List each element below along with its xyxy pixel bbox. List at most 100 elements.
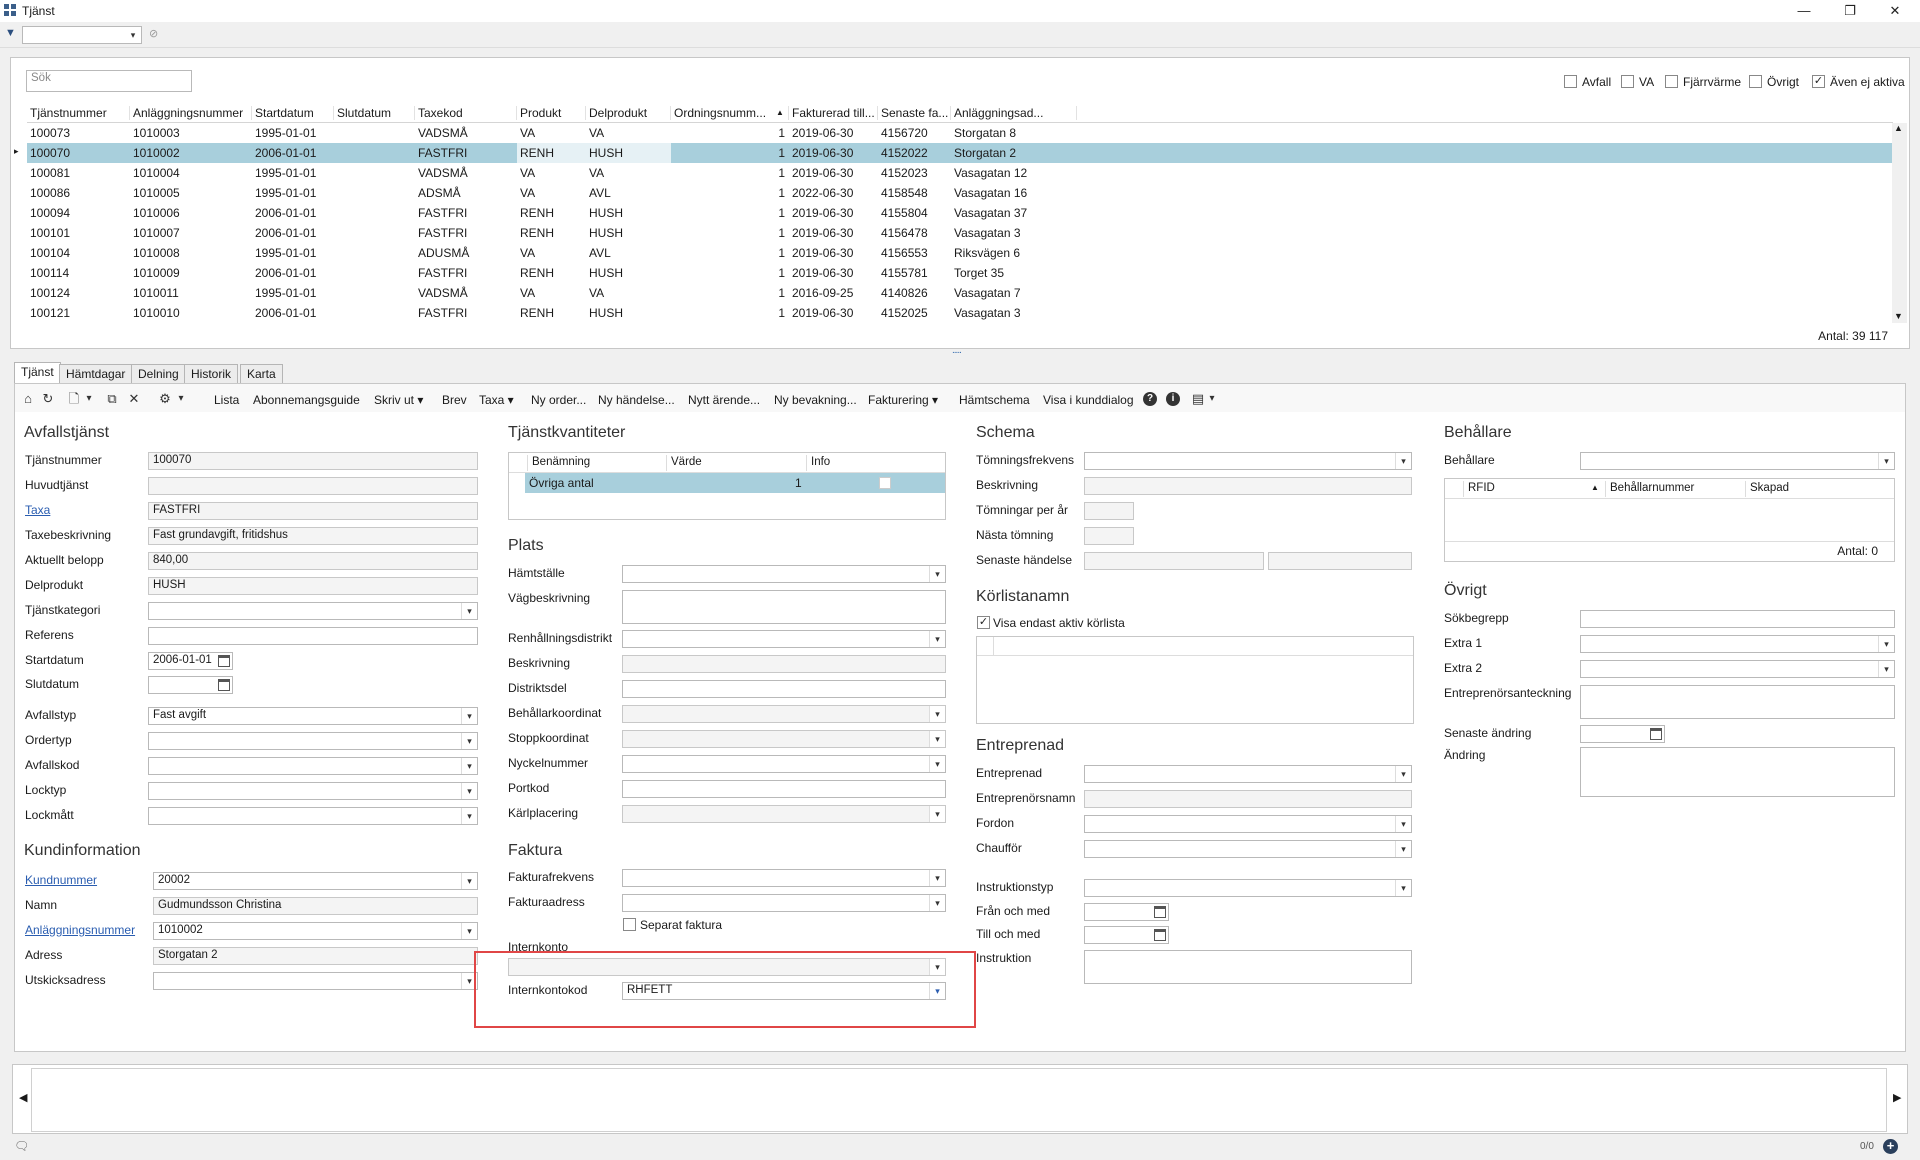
checkbox-4[interactable]: ✓ <box>1812 75 1825 88</box>
table-row[interactable]: 100101 1010007 2006-01-01 FASTFRI RENH HUSH 1 2… <box>27 223 1893 243</box>
filter-select[interactable]: ▾ <box>22 26 142 44</box>
table-row[interactable]: 100124 1010011 1995-01-01 VADSMÅ VA VA 1 2016-0… <box>27 283 1893 303</box>
toolbar-item-3[interactable]: Brev <box>442 393 467 407</box>
chevron-down-icon[interactable]: ▾ <box>125 27 141 43</box>
input-entreprenörsnamn[interactable] <box>1084 790 1412 808</box>
quantity-row[interactable]: Övriga antal 1 <box>525 473 945 493</box>
home-icon[interactable]: ⌂ <box>21 392 35 406</box>
input-senaste ändring[interactable] <box>1580 725 1665 743</box>
input-instruktionstyp[interactable]: ▾ <box>1084 879 1412 897</box>
column-header[interactable]: Slutdatum <box>334 106 415 120</box>
chevron-down-icon[interactable]: ▾ <box>461 603 477 619</box>
table-row[interactable]: 100073 1010003 1995-01-01 VADSMÅ VA VA 1 2019-0… <box>27 123 1893 143</box>
input-kundnummer[interactable]: 20002 ▾ <box>153 872 478 890</box>
input-nyckelnummer[interactable]: ▾ <box>622 755 946 773</box>
input-locktyp[interactable]: ▾ <box>148 782 478 800</box>
checkbox-1[interactable] <box>1621 75 1634 88</box>
toolbar-item-6[interactable]: Ny händelse... <box>598 393 675 407</box>
search-input[interactable]: Sök <box>26 70 192 92</box>
calendar-icon[interactable] <box>218 655 230 667</box>
input-beskrivning[interactable] <box>622 655 946 673</box>
help-icon[interactable]: ? <box>1143 392 1157 406</box>
scroll-up-icon[interactable]: ▲ <box>1894 123 1903 133</box>
chevron-down-icon[interactable]: ▾ <box>929 706 945 722</box>
behallare-column-header[interactable]: Behållarnummer <box>1605 481 1698 497</box>
checkbox-3[interactable] <box>1749 75 1762 88</box>
label-kundnummer-link[interactable]: Kundnummer <box>25 873 97 887</box>
toolbar-item-11[interactable]: Visa i kunddialog <box>1043 393 1134 407</box>
column-header[interactable]: Produkt <box>517 106 586 120</box>
chevron-down-icon[interactable]: ▾ <box>461 873 477 889</box>
input-från och med[interactable] <box>1084 903 1169 921</box>
checkbox-2[interactable] <box>1665 75 1678 88</box>
input-fakturafrekvens[interactable]: ▾ <box>622 869 946 887</box>
chevron-down-icon[interactable]: ▾ <box>461 783 477 799</box>
behallare-column-header[interactable]: RFID <box>1463 481 1499 497</box>
input-behållarkoordinat[interactable]: ▾ <box>622 705 946 723</box>
quantity-table[interactable]: Benämning Värde Info Övriga antal 1 <box>508 452 946 520</box>
input-tömningsfrekvens[interactable]: ▾ <box>1084 452 1412 470</box>
chevron-down-icon[interactable]: ▾ <box>1395 816 1411 832</box>
column-header[interactable]: Senaste fa... <box>878 106 951 120</box>
column-header[interactable]: Tjänstnummer <box>27 106 130 120</box>
input-stoppkoordinat[interactable]: ▾ <box>622 730 946 748</box>
input-anläggningsnummer[interactable]: 1010002 ▾ <box>153 922 478 940</box>
notes-area[interactable] <box>31 1068 1887 1132</box>
label-taxa-link[interactable]: Taxa <box>25 503 50 517</box>
input-beskrivning[interactable] <box>1084 477 1412 495</box>
toolbar-item-8[interactable]: Ny bevakning... <box>774 393 857 407</box>
input-entreprenad[interactable]: ▾ <box>1084 765 1412 783</box>
input-avfallskod[interactable]: ▾ <box>148 757 478 775</box>
chevron-down-icon[interactable]: ▾ <box>461 708 477 724</box>
toolbar-item-10[interactable]: Hämtschema <box>959 393 1030 407</box>
input-kärlplacering[interactable]: ▾ <box>622 805 946 823</box>
chevron-down-icon[interactable]: ▾ <box>461 808 477 824</box>
input-utskicksadress[interactable]: ▾ <box>153 972 478 990</box>
toolbar-item-2[interactable]: Skriv ut ▾ <box>374 393 423 407</box>
input-tjänstkategori[interactable]: ▾ <box>148 602 478 620</box>
table-row[interactable]: 100070 1010002 2006-01-01 FASTFRI RENH HUSH 1 2… <box>27 143 1893 163</box>
column-header[interactable]: Fakturerad till... <box>789 106 878 120</box>
quantity-column-header[interactable]: Värde <box>666 455 706 471</box>
nav-right-icon[interactable]: ▶ <box>1893 1091 1901 1104</box>
input-instruktion[interactable] <box>1084 950 1412 984</box>
column-header[interactable]: Delprodukt <box>586 106 671 120</box>
table-row[interactable]: 100094 1010006 2006-01-01 FASTFRI RENH HUSH 1 2… <box>27 203 1893 223</box>
chevron-down-icon[interactable]: ▾ <box>929 631 945 647</box>
tab-historik[interactable]: Historik <box>184 364 239 384</box>
input-entreprenörsanteckning[interactable] <box>1580 685 1895 719</box>
funnel-icon[interactable]: ▼ <box>5 27 16 39</box>
input-renhållningsdistrikt[interactable]: ▾ <box>622 630 946 648</box>
chevron-down-icon[interactable]: ▾ <box>461 733 477 749</box>
maximize-button[interactable]: ❐ <box>1836 2 1864 20</box>
chevron-down-icon[interactable]: ▾ <box>1395 766 1411 782</box>
input-fakturaadress[interactable]: ▾ <box>622 894 946 912</box>
input-vägbeskrivning[interactable] <box>622 590 946 624</box>
nav-left-icon[interactable]: ◀ <box>19 1091 27 1104</box>
input-huvudtjänst[interactable] <box>148 477 478 495</box>
new-document-icon[interactable]: 🗋 <box>67 392 81 406</box>
quantity-column-header[interactable]: Benämning <box>527 455 594 471</box>
calendar-icon[interactable] <box>1154 929 1166 941</box>
label-kundnummer[interactable]: Kundnummer <box>25 873 97 887</box>
input-ordertyp[interactable]: ▾ <box>148 732 478 750</box>
table-row[interactable]: 100081 1010004 1995-01-01 VADSMÅ VA VA 1 2019-0… <box>27 163 1893 183</box>
korlista-table[interactable] <box>976 636 1414 724</box>
info-icon[interactable]: i <box>1166 392 1180 406</box>
input-ändring[interactable] <box>1580 747 1895 797</box>
note-icon[interactable]: 🗨 <box>14 1139 29 1153</box>
toolbar-item-0[interactable]: Lista <box>214 393 239 407</box>
calendar-icon[interactable] <box>218 679 230 691</box>
chevron-down-icon[interactable]: ▾ <box>929 895 945 911</box>
label-anläggningsnummer-link[interactable]: Anläggningsnummer <box>25 923 135 937</box>
clear-filter-icon[interactable]: ⊘ <box>149 27 158 40</box>
toolbar-item-5[interactable]: Ny order... <box>531 393 586 407</box>
chevron-down-icon[interactable]: ▾ <box>1878 661 1894 677</box>
input-startdatum[interactable]: 2006-01-01 <box>148 652 233 670</box>
toolbar-item-7[interactable]: Nytt ärende... <box>688 393 760 407</box>
input-distriktsdel[interactable] <box>622 680 946 698</box>
minimize-button[interactable]: — <box>1790 2 1818 20</box>
separat-faktura-checkbox[interactable] <box>623 918 636 931</box>
column-header[interactable]: Anläggningsnummer <box>130 106 252 120</box>
close-button[interactable]: ✕ <box>1881 2 1909 20</box>
